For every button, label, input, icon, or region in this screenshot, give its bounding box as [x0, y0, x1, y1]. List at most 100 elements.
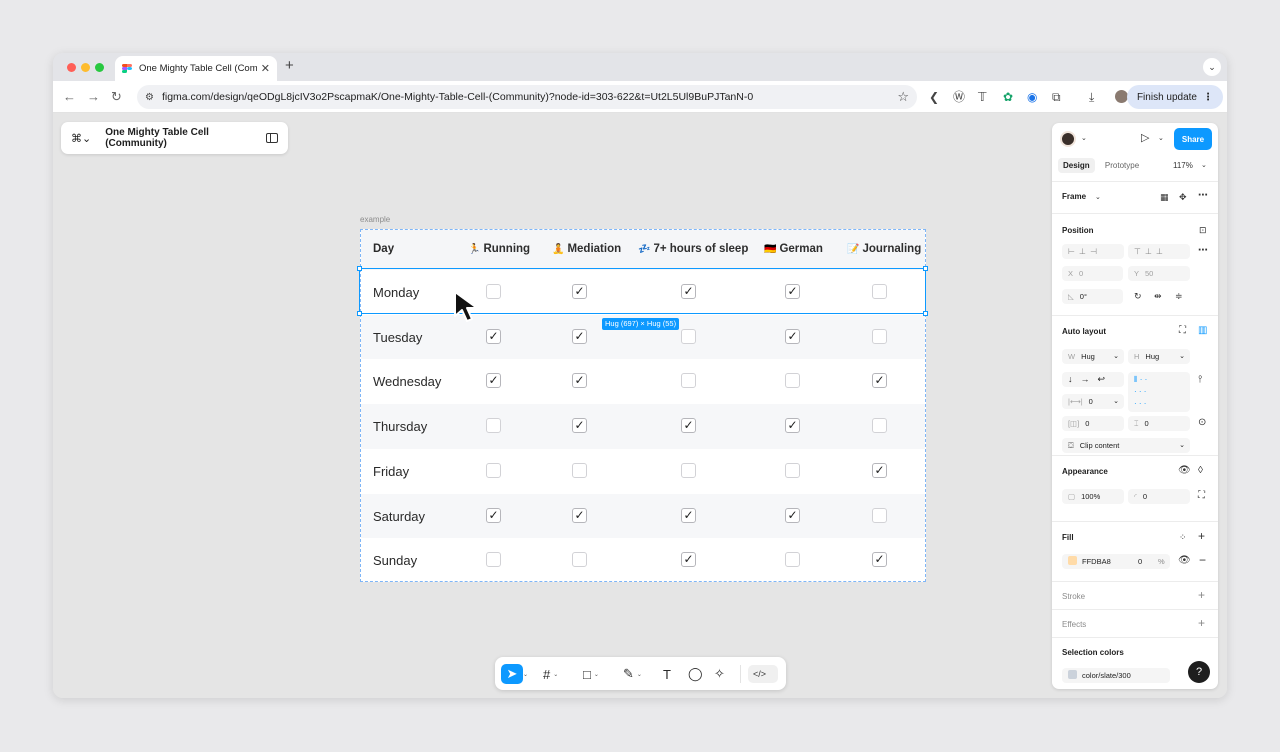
clip-content-dropdown[interactable]: ⛋ Clip content ⌄ — [1062, 438, 1190, 453]
resize-handle-top-right[interactable] — [923, 266, 928, 271]
width-field[interactable]: W Hug ⌄ — [1062, 349, 1124, 364]
checkbox-unchecked[interactable] — [681, 462, 696, 478]
frame-tool-button[interactable]: # ⌄ — [543, 664, 558, 684]
vertical-padding-field[interactable]: ⌶ 0 — [1128, 416, 1190, 431]
checkbox-checked[interactable]: ✓ — [785, 507, 800, 523]
alignment-grid[interactable]: ⦀ · · · · · · · · — [1128, 372, 1190, 412]
fill-styles-icon[interactable]: ⁘ — [1179, 531, 1187, 543]
browser-tab[interactable]: One Mighty Table Cell (Comm ✕ — [115, 56, 277, 81]
table-row[interactable]: Friday ✓ — [361, 449, 925, 494]
checkbox-checked[interactable]: ✓ — [572, 418, 587, 434]
actions-tool-button[interactable]: ✧ — [714, 664, 725, 684]
dev-mode-toggle[interactable]: </> — [748, 665, 778, 683]
checkbox-checked[interactable]: ✓ — [681, 552, 696, 568]
forward-icon[interactable]: → — [87, 88, 100, 106]
checkbox-unchecked[interactable] — [486, 462, 501, 478]
corner-radius-expand-icon[interactable]: ⛶ — [1198, 490, 1205, 502]
checkbox-unchecked[interactable] — [681, 373, 696, 389]
frame-type-dropdown[interactable]: Frame — [1062, 192, 1086, 201]
pen-tool-button[interactable]: ✎ ⌄ — [623, 664, 642, 684]
frame-type-chevron-icon[interactable]: ⌄ — [1095, 192, 1101, 204]
x-field[interactable]: X0 — [1062, 266, 1123, 281]
present-play-icon[interactable]: ▷ — [1141, 132, 1149, 144]
checkbox-checked[interactable]: ✓ — [785, 328, 800, 344]
checkbox-checked[interactable]: ✓ — [486, 507, 501, 523]
fill-color-field[interactable]: FFDBA8 0 % — [1062, 554, 1170, 569]
back-icon[interactable]: ← — [63, 88, 76, 106]
share-button[interactable]: Share — [1174, 128, 1212, 150]
position-target-icon[interactable]: ⊡ — [1199, 224, 1207, 236]
file-name[interactable]: One Mighty Table Cell (Community) — [105, 127, 266, 149]
resize-handle-bottom-right[interactable] — [923, 311, 928, 316]
selection-color-field[interactable]: color/slate/300 — [1062, 668, 1170, 683]
checkbox-unchecked[interactable] — [681, 328, 696, 344]
opacity-field[interactable]: ▢ 100% — [1062, 489, 1124, 504]
figma-canvas[interactable]: ⌘⌄ One Mighty Table Cell (Community) exa… — [53, 113, 1227, 698]
visibility-eye-icon[interactable]: 👁 — [1178, 465, 1191, 477]
checkbox-checked[interactable]: ✓ — [872, 462, 887, 478]
grid-view-icon[interactable]: ▦ — [1160, 191, 1169, 203]
flip-horizontal-icon[interactable]: ⇹ — [1154, 290, 1162, 302]
avatar-dropdown-icon[interactable]: ⌄ — [1081, 133, 1087, 145]
comment-tool-button[interactable]: ◯ — [688, 664, 703, 684]
present-dropdown-icon[interactable]: ⌄ — [1158, 133, 1164, 145]
auto-layout-toggle-icon[interactable]: ▥ — [1198, 325, 1207, 337]
checkbox-checked[interactable]: ✓ — [681, 418, 696, 434]
reload-icon[interactable]: ↻ — [111, 88, 122, 106]
zoom-level[interactable]: 117% — [1173, 160, 1193, 172]
checkbox-unchecked[interactable] — [572, 462, 587, 478]
table-row[interactable]: Sunday ✓ ✓ — [361, 538, 925, 583]
checkbox-unchecked[interactable] — [785, 552, 800, 568]
table-row[interactable]: Thursday ✓ ✓ ✓ — [361, 404, 925, 449]
extensions-icon[interactable]: ⧉ — [1052, 89, 1061, 105]
checkbox-unchecked[interactable] — [872, 507, 887, 523]
distribute-more-icon[interactable]: ⋯ — [1198, 245, 1208, 257]
rotation-field[interactable]: ◺ 0° — [1062, 289, 1123, 304]
checkbox-unchecked[interactable] — [785, 373, 800, 389]
more-options-icon[interactable]: ⋯ — [1198, 190, 1208, 202]
new-tab-button[interactable]: + — [285, 57, 294, 74]
layout-settings-icon[interactable]: ⫯ — [1198, 374, 1202, 386]
checkbox-unchecked[interactable] — [872, 328, 887, 344]
checkbox-unchecked[interactable] — [572, 552, 587, 568]
figma-menu-icon[interactable]: ⌘⌄ — [71, 132, 91, 145]
tab-search-button[interactable]: ⌄ — [1203, 58, 1221, 76]
checkbox-unchecked[interactable] — [486, 552, 501, 568]
table-row[interactable]: Saturday ✓ ✓ ✓ ✓ — [361, 493, 925, 539]
add-fill-icon[interactable]: + — [1198, 530, 1205, 542]
fill-visibility-icon[interactable]: 👁 — [1178, 555, 1191, 567]
checkbox-checked[interactable]: ✓ — [572, 507, 587, 523]
rectangle-tool-button[interactable]: □ ⌄ — [583, 664, 599, 684]
resize-handle-top-left[interactable] — [357, 266, 362, 271]
component-icon[interactable]: ✥ — [1179, 191, 1187, 203]
address-bar[interactable]: ⚙ figma.com/design/qeODgL8jcIV3o2Pscapma… — [137, 85, 917, 109]
fill-color-swatch[interactable] — [1068, 556, 1077, 565]
wordpress-extension-icon[interactable]: Ⓦ — [953, 89, 965, 105]
y-field[interactable]: Y 50 — [1128, 266, 1190, 281]
blend-mode-icon[interactable]: ◊ — [1198, 465, 1203, 477]
add-stroke-icon[interactable]: + — [1198, 589, 1205, 601]
toggle-panel-icon[interactable] — [266, 133, 278, 143]
checkbox-checked[interactable]: ✓ — [872, 373, 887, 389]
checkbox-checked[interactable]: ✓ — [486, 373, 501, 389]
gap-field[interactable]: |⟷| 0 ⌄ — [1062, 394, 1124, 409]
checkbox-checked[interactable]: ✓ — [572, 328, 587, 344]
selection-color-swatch[interactable] — [1068, 670, 1077, 679]
horizontal-align-buttons[interactable]: ⊢⊥⊣ — [1062, 244, 1124, 259]
text-tool-button[interactable]: T — [663, 664, 671, 684]
padding-settings-icon[interactable]: ⊙ — [1198, 417, 1206, 429]
checkbox-unchecked[interactable] — [486, 418, 501, 434]
radius-field[interactable]: ◜ 0 — [1128, 489, 1190, 504]
download-icon[interactable]: ⤓ — [1089, 89, 1094, 105]
chevron-left-icon[interactable]: ❮ — [929, 89, 939, 105]
remove-fill-icon[interactable]: − — [1199, 554, 1206, 566]
leaf-extension-icon[interactable]: ✿ — [1003, 89, 1013, 105]
user-avatar[interactable] — [1060, 131, 1076, 147]
tab-close-icon[interactable]: ✕ — [261, 62, 270, 75]
flip-vertical-icon[interactable]: ≑ — [1175, 290, 1183, 302]
bookmark-star-icon[interactable]: ☆ — [897, 89, 909, 105]
window-maximize-button[interactable] — [95, 63, 104, 72]
window-close-button[interactable] — [67, 63, 76, 72]
google-extension-icon[interactable]: ◉ — [1027, 89, 1037, 105]
checkbox-checked[interactable]: ✓ — [872, 552, 887, 568]
